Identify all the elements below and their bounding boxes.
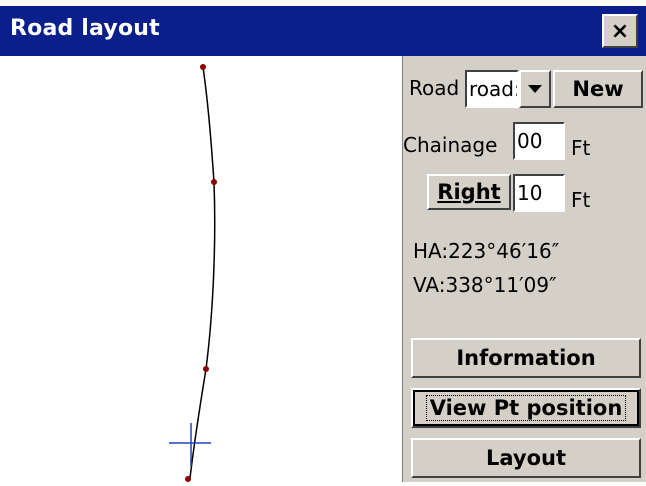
chevron-down-icon — [528, 85, 542, 93]
layout-button[interactable]: Layout — [411, 438, 641, 478]
offset-input[interactable]: 10 — [513, 174, 565, 212]
horizontal-angle-readout: HA:223°46′16″ — [413, 239, 560, 263]
alignment-point[interactable] — [185, 476, 191, 482]
control-panel: Road road: New Chainage 00 Ft Right 10 F… — [402, 56, 646, 482]
title-bar: Road layout × — [0, 6, 646, 56]
road-dropdown-button[interactable] — [519, 70, 551, 108]
chainage-label: Chainage — [403, 133, 498, 157]
road-alignment-line — [189, 66, 216, 479]
road-plot-canvas[interactable] — [0, 56, 402, 482]
road-select[interactable]: road: — [465, 70, 519, 108]
close-icon: × — [610, 18, 630, 44]
crosshair-cursor-icon — [169, 423, 211, 466]
offset-unit: Ft — [571, 188, 591, 212]
side-toggle-label: Right — [437, 180, 501, 204]
alignment-point[interactable] — [203, 366, 209, 372]
information-button[interactable]: Information — [411, 338, 641, 378]
chainage-unit: Ft — [571, 136, 591, 160]
window-title: Road layout — [10, 16, 160, 41]
view-pt-position-button[interactable]: View Pt position — [411, 388, 641, 428]
road-alignment-plot — [169, 64, 217, 482]
view-pt-position-label: View Pt position — [425, 395, 627, 421]
close-button[interactable]: × — [602, 14, 638, 48]
new-road-button[interactable]: New — [553, 70, 643, 108]
alignment-point[interactable] — [211, 179, 217, 185]
alignment-point[interactable] — [200, 64, 206, 70]
chainage-input[interactable]: 00 — [513, 122, 565, 160]
side-toggle-button[interactable]: Right — [427, 174, 511, 210]
road-label: Road — [409, 76, 460, 100]
vertical-angle-readout: VA:338°11′09″ — [413, 273, 557, 297]
